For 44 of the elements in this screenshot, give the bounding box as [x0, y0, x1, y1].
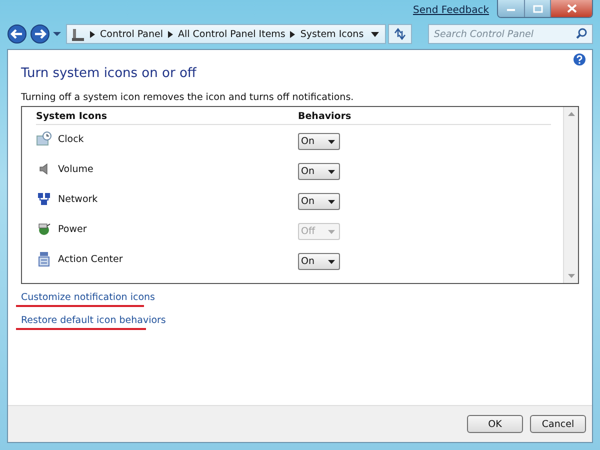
- maximize-button[interactable]: [524, 0, 550, 17]
- behavior-dropdown[interactable]: On: [298, 133, 340, 150]
- caret-icon[interactable]: [371, 32, 379, 36]
- icon-name: Action Center: [58, 254, 123, 264]
- breadcrumb-item[interactable]: Control Panel: [100, 28, 163, 40]
- page-title: Turn system icons on or off: [21, 66, 196, 81]
- behavior-dropdown[interactable]: On: [298, 163, 340, 180]
- dialog-button[interactable]: Cancel: [530, 415, 586, 433]
- icon-name: Clock: [58, 134, 84, 144]
- forward-button[interactable]: [30, 24, 50, 44]
- icon-name: Network: [58, 194, 98, 204]
- help-icon[interactable]: [573, 53, 586, 66]
- close-icon[interactable]: [566, 4, 576, 13]
- refresh-icon[interactable]: [393, 28, 407, 40]
- chevron-icon: [90, 30, 95, 38]
- chevron-icon: [168, 30, 173, 38]
- address-bar[interactable]: Control Panel All Control Panel Items System Icons: [66, 24, 386, 44]
- breadcrumb-item[interactable]: System Icons: [300, 28, 364, 40]
- description-text: Turning off a system icon removes the icon and turns off notifications.: [21, 92, 355, 103]
- breadcrumb-item[interactable]: All Control Panel Items: [178, 28, 286, 40]
- caret-icon[interactable]: [328, 260, 335, 264]
- settings-link[interactable]: Customize notification icons: [21, 292, 155, 303]
- dropdown-caret-icon[interactable]: [53, 31, 61, 37]
- icon-name: Volume: [58, 164, 94, 174]
- column-header: System Icons: [36, 111, 108, 122]
- column-header: Behaviors: [298, 111, 352, 122]
- behavior-dropdown[interactable]: On: [298, 253, 340, 270]
- search-icon[interactable]: [576, 28, 587, 39]
- caret-icon[interactable]: [328, 170, 335, 174]
- dialog-button[interactable]: OK: [467, 415, 523, 433]
- clock-icon: [36, 131, 52, 147]
- caret-icon[interactable]: [328, 200, 335, 204]
- refresh-button[interactable]: [388, 24, 412, 44]
- close-button[interactable]: [550, 0, 592, 17]
- network-icon: [36, 191, 52, 207]
- back-button[interactable]: [7, 24, 27, 44]
- search-field[interactable]: Search Control Panel: [428, 24, 593, 44]
- behavior-dropdown: Off: [298, 223, 340, 240]
- icon-name: Power: [58, 224, 87, 234]
- behavior-dropdown[interactable]: On: [298, 193, 340, 210]
- settings-link[interactable]: Restore default icon behaviors: [21, 315, 166, 326]
- caret-icon[interactable]: [328, 140, 335, 144]
- chevron-icon: [290, 30, 296, 38]
- send-feedback-link[interactable]: Send Feedback: [413, 5, 489, 16]
